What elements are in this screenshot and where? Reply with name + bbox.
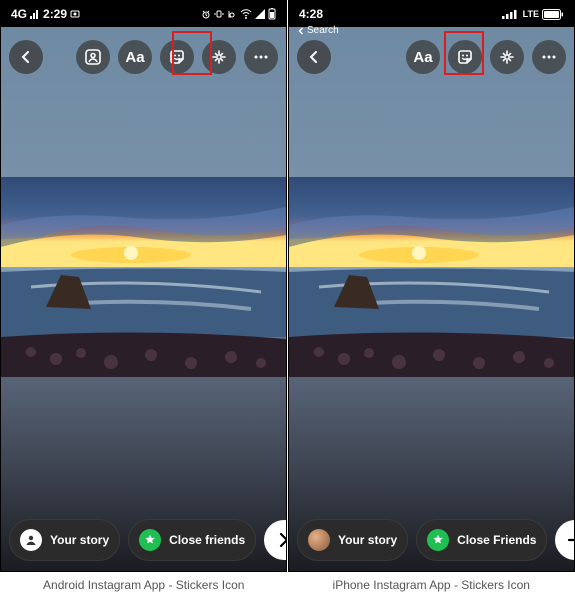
stickers-icon [456, 48, 474, 66]
your-story-button[interactable]: Your story [9, 519, 120, 561]
your-story-label: Your story [338, 533, 397, 547]
editor-toolbar: Aa [1, 35, 286, 79]
share-bar: Your story Close friends [1, 519, 286, 561]
story-photo [1, 177, 286, 377]
effects-button[interactable] [490, 40, 524, 74]
close-friends-button[interactable]: Close friends [128, 519, 256, 561]
more-button[interactable] [244, 40, 278, 74]
breadcrumb-label: Search [307, 25, 339, 36]
chevron-left-icon [19, 50, 33, 64]
network-prefix: 4G [11, 7, 27, 21]
signal-icon [30, 9, 40, 19]
sparkle-icon [498, 48, 516, 66]
status-bar: 4:28 LTE [289, 1, 574, 27]
signal-2-icon [255, 9, 265, 19]
more-button[interactable] [532, 40, 566, 74]
android-screenshot: 4G 2:29 [0, 0, 287, 572]
wifi-icon [240, 9, 252, 19]
story-canvas[interactable] [289, 27, 574, 571]
stickers-button[interactable] [448, 40, 482, 74]
close-friends-star-icon [139, 529, 161, 551]
stickers-button[interactable] [160, 40, 194, 74]
stickers-icon [168, 48, 186, 66]
story-canvas[interactable] [1, 27, 286, 571]
more-icon [540, 48, 558, 66]
editor-toolbar: Aa [289, 35, 574, 79]
chevron-left-small-icon [297, 27, 305, 35]
text-tool-icon: Aa [413, 49, 432, 66]
story-photo [289, 177, 574, 377]
battery-icon [542, 9, 564, 20]
signal-icon [502, 9, 518, 19]
vibrate-icon [214, 9, 224, 19]
share-bar: Your story Close Friends [289, 519, 574, 561]
volte-icon [227, 9, 237, 19]
close-friends-label: Close Friends [457, 533, 536, 547]
your-story-button[interactable]: Your story [297, 519, 408, 561]
status-bar: 4G 2:29 [1, 1, 286, 27]
sparkle-icon [210, 48, 228, 66]
chevron-left-icon [307, 50, 321, 64]
back-button[interactable] [9, 40, 43, 74]
camera-status-icon [70, 9, 80, 19]
close-friends-button[interactable]: Close Friends [416, 519, 547, 561]
iphone-screenshot: 4:28 LTE Search [288, 0, 575, 572]
send-button[interactable] [264, 520, 287, 560]
close-friends-label: Close friends [169, 533, 245, 547]
android-caption: Android Instagram App - Stickers Icon [0, 572, 288, 598]
status-time: 2:29 [43, 7, 67, 21]
chevron-right-icon [276, 532, 287, 548]
more-icon [252, 48, 270, 66]
your-story-label: Your story [50, 533, 109, 547]
network-label: LTE [523, 9, 539, 19]
your-story-avatar-icon [308, 529, 330, 551]
back-to-search[interactable]: Search [297, 25, 339, 36]
back-button[interactable] [297, 40, 331, 74]
send-button[interactable] [555, 520, 575, 560]
text-tool-icon: Aa [125, 49, 144, 66]
tag-people-button[interactable] [76, 40, 110, 74]
battery-icon [268, 8, 276, 20]
arrow-right-icon [566, 531, 575, 549]
text-tool-button[interactable]: Aa [406, 40, 440, 74]
effects-button[interactable] [202, 40, 236, 74]
alarm-icon [201, 9, 211, 19]
text-tool-button[interactable]: Aa [118, 40, 152, 74]
your-story-avatar-icon [20, 529, 42, 551]
close-friends-star-icon [427, 529, 449, 551]
tag-people-icon [84, 48, 102, 66]
status-time: 4:28 [299, 7, 323, 21]
iphone-caption: iPhone Instagram App - Stickers Icon [288, 572, 575, 598]
